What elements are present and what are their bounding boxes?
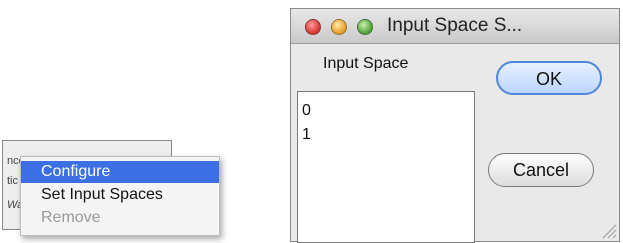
ok-button[interactable]: OK	[496, 61, 602, 95]
resize-grip-icon[interactable]	[601, 223, 617, 239]
menu-item-remove: Remove	[41, 209, 101, 226]
input-space-label: Input Space	[323, 55, 409, 72]
list-item[interactable]: 0	[302, 102, 311, 120]
list-item[interactable]: 1	[302, 126, 311, 144]
title-bar[interactable]: Input Space S...	[291, 9, 619, 44]
window-title: Input Space S...	[387, 15, 523, 36]
zoom-window-icon[interactable]	[357, 19, 373, 35]
context-menu: Configure Set Input Spaces Remove	[20, 156, 220, 236]
cancel-button[interactable]: Cancel	[488, 153, 594, 187]
input-space-list[interactable]: 0 1	[297, 91, 475, 243]
minimize-window-icon[interactable]	[331, 19, 347, 35]
close-window-icon[interactable]	[305, 19, 321, 35]
menu-item-configure[interactable]: Configure	[21, 161, 219, 183]
menu-item-set-input-spaces[interactable]: Set Input Spaces	[21, 184, 219, 206]
input-space-dialog: Input Space S... Input Space 0 1 OK Canc…	[290, 8, 620, 243]
